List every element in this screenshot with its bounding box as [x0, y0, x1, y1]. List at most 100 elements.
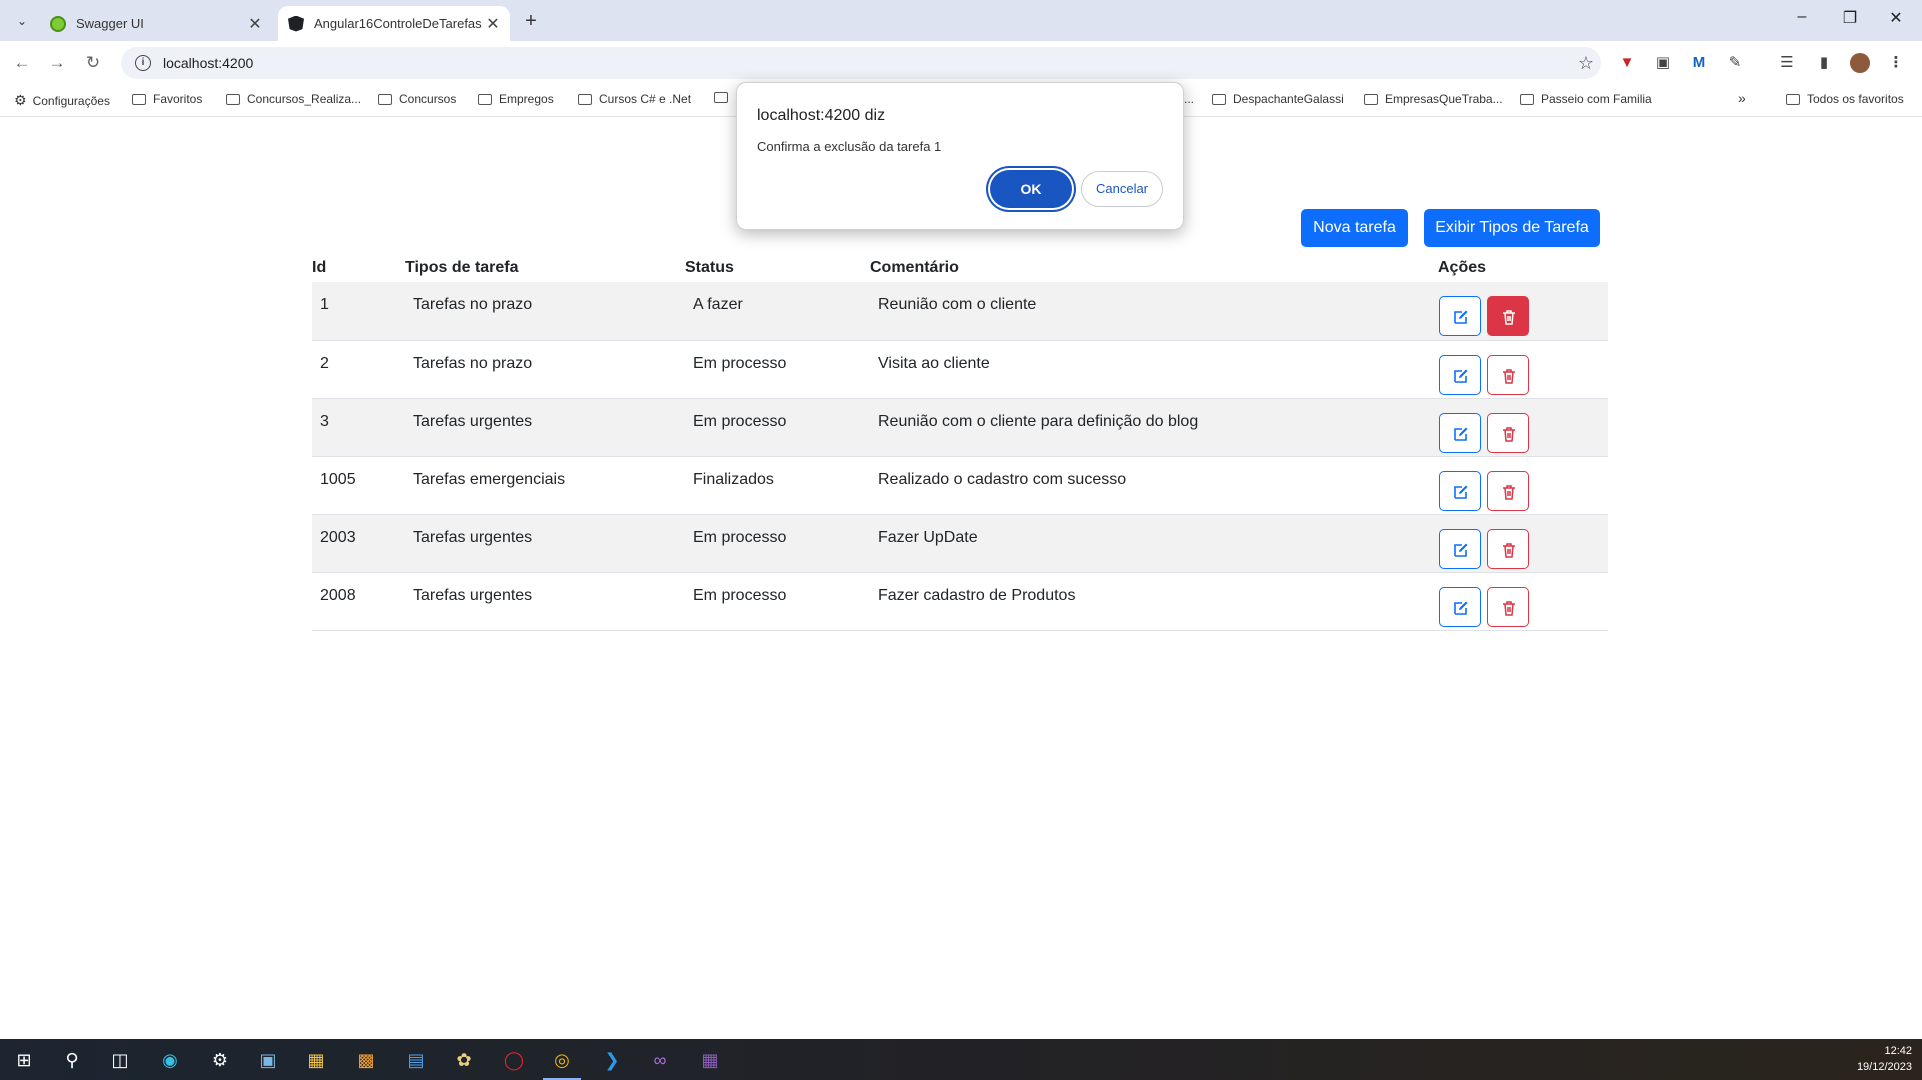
restore-icon[interactable]: ❐: [1828, 8, 1872, 32]
bookmark-all-favorites[interactable]: Todos os favoritos: [1786, 92, 1904, 106]
exibir-tipos-button[interactable]: Exibir Tipos de Tarefa: [1424, 209, 1600, 247]
url-text[interactable]: localhost:4200: [163, 55, 1571, 71]
screenshot-icon[interactable]: ▣: [1651, 51, 1675, 75]
trash-icon: [1503, 368, 1515, 384]
delete-button[interactable]: [1487, 296, 1529, 336]
edit-button[interactable]: [1439, 412, 1481, 453]
folder-icon: [1212, 93, 1226, 105]
reload-icon[interactable]: ↻: [81, 51, 105, 75]
bookmark-truncated[interactable]: ...: [1184, 92, 1194, 106]
header-comentario: Comentário: [870, 259, 959, 276]
back-arrow-icon[interactable]: ←: [10, 51, 34, 75]
cell-tipo: Tarefas urgentes: [405, 514, 685, 573]
edit-button[interactable]: [1439, 470, 1481, 511]
ok-button[interactable]: OK: [990, 170, 1072, 208]
remote-desktop-icon[interactable]: ▣: [256, 1048, 280, 1072]
bookmark-folder[interactable]: Cursos C# e .Net: [578, 92, 691, 106]
minimize-icon[interactable]: –: [1780, 8, 1824, 32]
window-close-icon[interactable]: ✕: [1874, 8, 1918, 32]
header-acoes: Ações: [1438, 259, 1487, 276]
bookmark-label: Concursos: [399, 92, 457, 106]
bookmark-label: Concursos_Realiza...: [247, 92, 362, 106]
close-icon[interactable]: ✕: [244, 14, 266, 34]
chrome-icon[interactable]: ◎: [550, 1048, 574, 1072]
bookmark-folder[interactable]: DespachanteGalassi: [1212, 92, 1344, 106]
table-row: 1 Tarefas no prazo A fazer Reunião com o…: [312, 282, 1608, 341]
edit-button[interactable]: [1439, 528, 1481, 569]
task-manager-icon[interactable]: ▩: [354, 1048, 378, 1072]
nova-tarefa-button[interactable]: Nova tarefa: [1301, 209, 1408, 247]
forward-arrow-icon[interactable]: →: [45, 51, 69, 75]
tab-swagger[interactable]: Swagger UI ✕: [40, 6, 272, 41]
extensions-puzzle-icon[interactable]: ✎: [1723, 51, 1747, 75]
windows-taskbar: ⊞ ⚲ ◫ ◉ ⚙ ▣ ▦ ▩ ▤ ✿ ◯ ◎ ❯ ∞ ▦ 12:42 19/1…: [0, 1039, 1922, 1080]
header-status: Status: [685, 259, 734, 276]
trash-icon: [1503, 542, 1515, 558]
folder-icon: [1520, 93, 1534, 105]
bookmark-folder[interactable]: Concursos: [378, 92, 456, 106]
cell-status: Em processo: [685, 572, 870, 631]
store-icon[interactable]: ▤: [404, 1048, 428, 1072]
site-info-icon[interactable]: i: [135, 55, 151, 71]
bookmark-folder[interactable]: Passeio com Familia: [1520, 92, 1652, 106]
windows-start-icon[interactable]: ⊞: [12, 1048, 36, 1072]
delete-button[interactable]: [1487, 412, 1529, 453]
file-explorer-icon[interactable]: ▦: [304, 1048, 328, 1072]
cell-status: Em processo: [685, 514, 870, 573]
edit-button[interactable]: [1439, 296, 1481, 336]
edit-button[interactable]: [1439, 586, 1481, 627]
bookmark-star-icon[interactable]: ☆: [1571, 53, 1601, 74]
extension-m-icon[interactable]: M: [1687, 51, 1711, 75]
table-row: 2008 Tarefas urgentes Em processo Fazer …: [312, 572, 1608, 631]
trash-icon: [1503, 484, 1515, 500]
close-icon[interactable]: ✕: [482, 14, 504, 34]
settings-gear-icon[interactable]: ⚙: [208, 1048, 232, 1072]
more-menu-icon[interactable]: ⋮: [1884, 51, 1908, 75]
vscode-icon[interactable]: ❯: [600, 1048, 624, 1072]
angular-icon: [288, 15, 304, 32]
tab-angular[interactable]: Angular16ControleDeTarefasAPI ✕: [278, 6, 510, 41]
avatar[interactable]: [1848, 51, 1872, 75]
bookmark-folder[interactable]: Empregos: [478, 92, 554, 106]
delete-button[interactable]: [1487, 528, 1529, 569]
swagger-icon: [50, 15, 66, 32]
edit-icon: [1454, 310, 1468, 324]
bookmark-label: Cursos C# e .Net: [599, 92, 692, 106]
bookmark-label: Favoritos: [153, 92, 203, 106]
address-bar[interactable]: i localhost:4200 ☆: [121, 47, 1601, 79]
cancel-button[interactable]: Cancelar: [1081, 171, 1163, 207]
cell-comentario: Reunião com o cliente: [870, 282, 1438, 341]
bookmark-folder[interactable]: [714, 92, 735, 103]
bookmark-folder[interactable]: EmpresasQueTraba...: [1364, 92, 1503, 106]
more-bookmarks-chevron-icon[interactable]: »: [1738, 90, 1746, 106]
delete-button[interactable]: [1487, 354, 1529, 395]
delete-button[interactable]: [1487, 470, 1529, 511]
cell-tipo: Tarefas no prazo: [405, 340, 685, 399]
visual-studio-icon[interactable]: ∞: [648, 1048, 672, 1072]
task-view-icon[interactable]: ◫: [108, 1048, 132, 1072]
edge-icon[interactable]: ◉: [158, 1048, 182, 1072]
cell-status: Em processo: [685, 398, 870, 457]
cell-comentario: Reunião com o cliente para definição do …: [870, 398, 1438, 457]
cell-tipo: Tarefas urgentes: [405, 398, 685, 457]
tab-search-chevron-icon[interactable]: ⌄: [10, 9, 34, 33]
table-row: 3 Tarefas urgentes Em processo Reunião c…: [312, 398, 1608, 457]
cell-comentario: Fazer cadastro de Produtos: [870, 572, 1438, 631]
side-panel-icon[interactable]: ▮: [1812, 51, 1836, 75]
terminal-icon[interactable]: ▦: [698, 1048, 722, 1072]
edit-button[interactable]: [1439, 354, 1481, 395]
bookmark-configuracoes[interactable]: ⚙ Configurações: [14, 92, 110, 109]
cell-comentario: Fazer UpDate: [870, 514, 1438, 573]
extension-shield-icon[interactable]: ▼: [1615, 51, 1639, 75]
paint-icon[interactable]: ✿: [452, 1048, 476, 1072]
opera-icon[interactable]: ◯: [502, 1048, 526, 1072]
delete-button[interactable]: [1487, 586, 1529, 627]
bookmark-folder[interactable]: Concursos_Realiza...: [226, 92, 361, 106]
bookmark-folder[interactable]: Favoritos: [132, 92, 202, 106]
media-control-icon[interactable]: ☰: [1775, 51, 1799, 75]
cell-status: Finalizados: [685, 456, 870, 515]
search-icon[interactable]: ⚲: [60, 1048, 84, 1072]
new-tab-plus-icon[interactable]: +: [518, 9, 544, 35]
system-clock[interactable]: 12:42 19/12/2023: [1857, 1043, 1912, 1075]
tasks-table: Id Tipos de tarefa Status Comentário Açõ…: [312, 254, 1608, 631]
